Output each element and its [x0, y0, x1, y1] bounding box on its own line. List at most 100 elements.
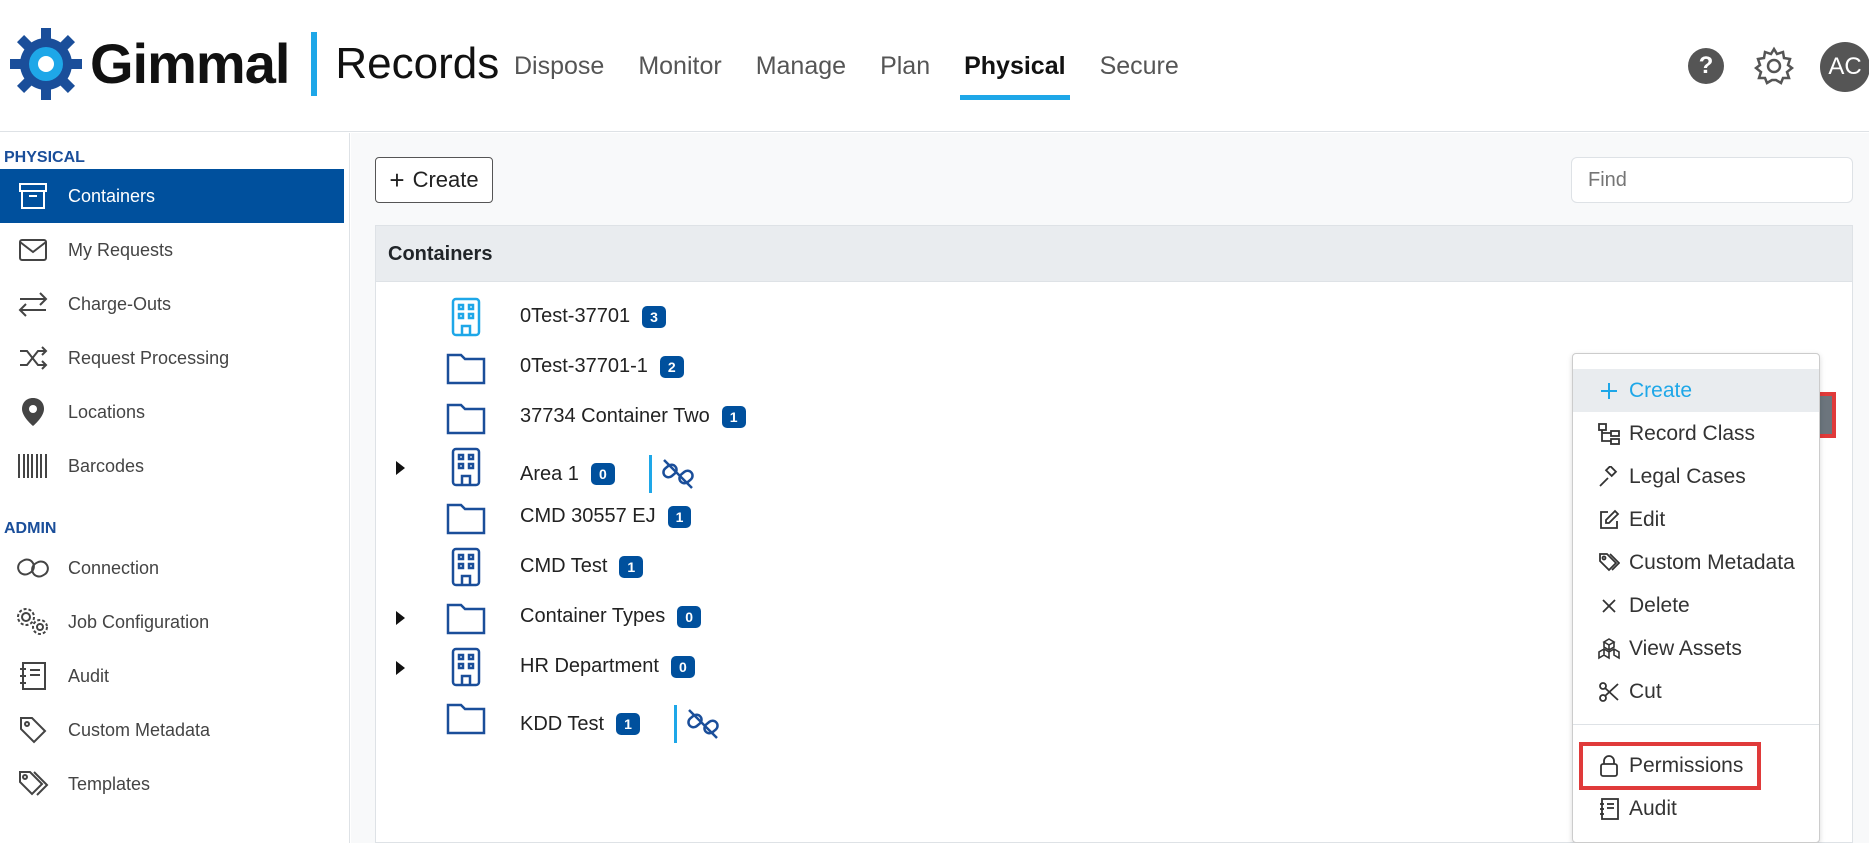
plus-icon: +: [389, 165, 405, 195]
menu-item-label: Custom Metadata: [1629, 550, 1795, 574]
tree-row[interactable]: Container Types 0: [376, 592, 1476, 642]
envelope-icon: [16, 233, 50, 267]
create-button-label: Create: [412, 167, 479, 192]
tree-row[interactable]: KDD Test 1: [376, 692, 1476, 743]
sidebar-item-request-processing[interactable]: Request Processing: [0, 331, 344, 385]
create-button[interactable]: + Create: [375, 157, 493, 203]
menu-item-cut[interactable]: Cut: [1573, 670, 1819, 713]
product-name: Records: [335, 39, 500, 88]
menu-item-custom-metadata[interactable]: Custom Metadata: [1573, 541, 1819, 584]
tag-icon: [16, 713, 50, 747]
menu-item-label: Delete: [1629, 593, 1690, 617]
tree-row[interactable]: 0Test-37701 3: [376, 292, 1852, 342]
menu-item-record-class[interactable]: Record Class: [1573, 412, 1819, 455]
sidebar-item-containers[interactable]: Containers: [0, 169, 344, 223]
sidebar: PHYSICAL Containers My Requests Charge-O…: [0, 133, 350, 843]
link-separator: [673, 705, 677, 743]
menu-item-label: Create: [1629, 378, 1693, 402]
journal-icon: [1597, 797, 1621, 821]
folder-icon: [446, 353, 486, 385]
menu-item-legal-cases[interactable]: Legal Cases: [1573, 455, 1819, 498]
row-label: HR Department: [520, 655, 659, 677]
nav-manage[interactable]: Manage: [752, 0, 850, 132]
folder-icon: [446, 503, 486, 535]
sidebar-item-locations[interactable]: Locations: [0, 385, 344, 439]
count-badge: 1: [667, 505, 692, 528]
menu-item-view-assets[interactable]: View Assets: [1573, 627, 1819, 670]
building-icon: [451, 547, 481, 587]
menu-item-audit[interactable]: Audit: [1573, 787, 1819, 830]
nav-monitor[interactable]: Monitor: [634, 0, 725, 132]
sidebar-item-audit[interactable]: Audit: [0, 649, 344, 703]
sidebar-item-charge-outs[interactable]: Charge-Outs: [0, 277, 344, 331]
menu-item-edit[interactable]: Edit: [1573, 498, 1819, 541]
top-nav: Dispose Monitor Manage Plan Physical Sec…: [510, 0, 1183, 132]
sidebar-item-barcodes[interactable]: Barcodes: [0, 439, 344, 493]
link-separator: [648, 455, 652, 493]
expand-arrow-icon[interactable]: [396, 611, 405, 625]
x-icon: [1597, 594, 1621, 618]
plus-icon: [1597, 379, 1621, 403]
sidebar-section-physical: PHYSICAL: [4, 149, 85, 166]
tags-icon: [16, 767, 50, 801]
sidebar-section-admin: ADMIN: [4, 520, 57, 537]
nav-plan[interactable]: Plan: [876, 0, 934, 132]
menu-divider: [1573, 724, 1819, 725]
row-label: Container Types: [520, 605, 666, 627]
tree-row[interactable]: CMD Test 1: [376, 542, 1476, 592]
building-icon: [451, 297, 481, 337]
nav-dispose[interactable]: Dispose: [510, 0, 608, 132]
tags-icon: [1597, 551, 1621, 575]
map-pin-icon: [16, 395, 50, 429]
scissors-icon: [1597, 680, 1621, 704]
boxes-icon: [1597, 637, 1621, 661]
sidebar-item-label: Barcodes: [68, 455, 145, 476]
brand-logo[interactable]: Gimmal Records: [8, 26, 499, 102]
nav-secure[interactable]: Secure: [1096, 0, 1183, 132]
sidebar-item-templates[interactable]: Templates: [0, 757, 344, 811]
expand-arrow-icon[interactable]: [396, 461, 405, 475]
find-input[interactable]: [1571, 157, 1853, 203]
sidebar-item-job-configuration[interactable]: Job Configuration: [0, 595, 344, 649]
nav-physical[interactable]: Physical: [960, 0, 1071, 132]
settings-gear-icon[interactable]: [1754, 46, 1794, 86]
building-icon: [451, 447, 481, 487]
sidebar-item-label: Request Processing: [68, 347, 230, 368]
brand-divider: [311, 32, 318, 96]
tree-row[interactable]: HR Department 0: [376, 642, 1476, 692]
brand-name: Gimmal: [90, 32, 290, 95]
sidebar-item-label: Locations: [68, 401, 146, 422]
menu-item-label: View Assets: [1629, 636, 1742, 660]
sidebar-item-connection[interactable]: Connection: [0, 541, 344, 595]
user-avatar[interactable]: AC: [1820, 42, 1869, 92]
count-badge: 1: [616, 713, 640, 735]
sidebar-item-label: Templates: [68, 773, 151, 794]
diagram-icon: [1597, 422, 1621, 446]
sidebar-item-label: Connection: [68, 557, 160, 578]
sidebar-item-label: Audit: [68, 665, 110, 686]
menu-item-label: Record Class: [1629, 421, 1756, 445]
sidebar-item-custom-metadata[interactable]: Custom Metadata: [0, 703, 344, 757]
help-icon[interactable]: ?: [1688, 48, 1724, 84]
menu-item-label: Edit: [1629, 507, 1666, 531]
tree-row[interactable]: 0Test-37701-1 2: [376, 342, 1476, 392]
sidebar-item-my-requests[interactable]: My Requests: [0, 223, 344, 277]
sidebar-item-label: Custom Metadata: [68, 719, 211, 740]
menu-item-label: Cut: [1629, 679, 1662, 703]
count-badge: 0: [590, 463, 615, 485]
app-header: Gimmal Records Dispose Monitor Manage Pl…: [0, 0, 1869, 132]
tree-row[interactable]: CMD 30557 EJ 1: [376, 492, 1476, 542]
tree-row[interactable]: Area 1 0: [376, 442, 1476, 493]
count-badge: 1: [619, 555, 644, 578]
unlink-icon: [687, 709, 719, 739]
shuffle-icon: [16, 341, 50, 375]
barcode-icon: [16, 449, 50, 483]
tree-row[interactable]: 37734 Container Two 1: [376, 392, 1476, 442]
expand-arrow-icon[interactable]: [396, 661, 405, 675]
row-label: 37734 Container Two: [520, 405, 710, 427]
count-badge: 1: [721, 405, 746, 428]
menu-item-delete[interactable]: Delete: [1573, 584, 1819, 627]
row-label: 0Test-37701-1: [520, 355, 648, 377]
menu-item-create[interactable]: Create: [1573, 369, 1819, 412]
gears-icon: [16, 605, 50, 639]
